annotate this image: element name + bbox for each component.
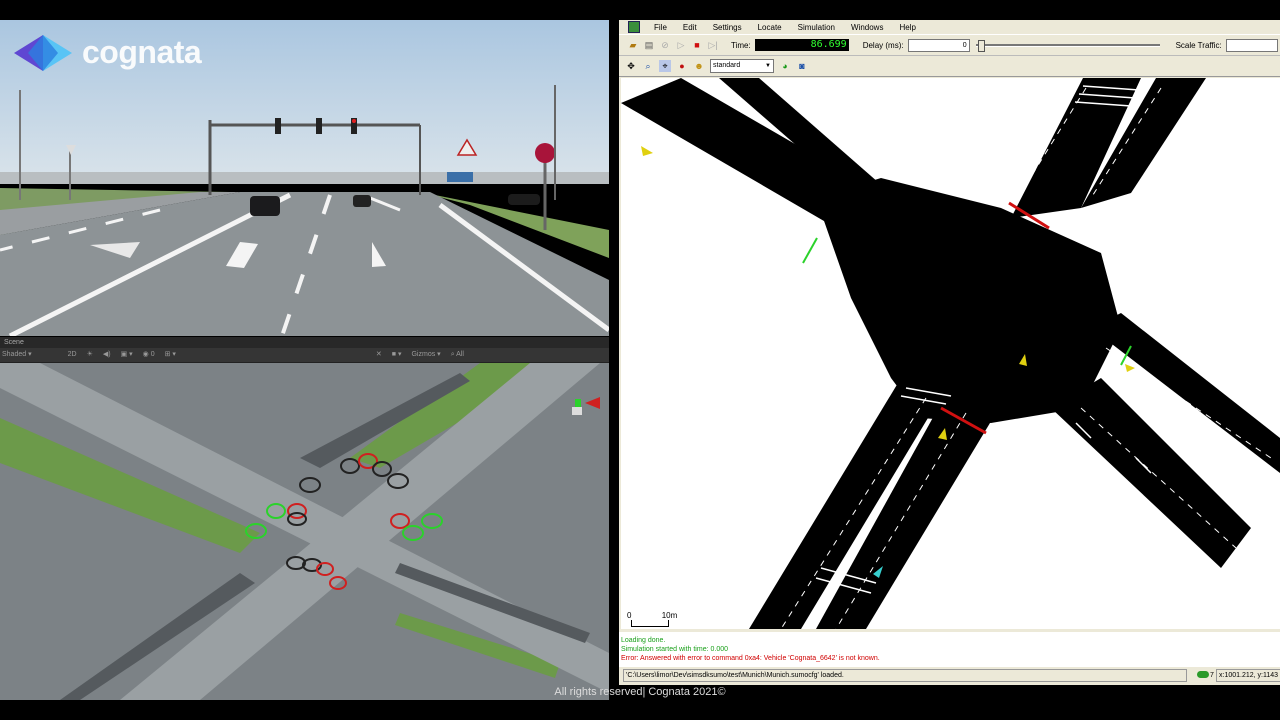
- scene-panel: Scene Shaded ▾ 2D ☀ ◀) ▣ ▾ ◉ 0 ⊞ ▾ ✕ ■ ▾…: [0, 337, 609, 700]
- scale-bar: 0 10m: [627, 611, 677, 627]
- message-line: Loading done.: [621, 637, 666, 644]
- gizmos-label: Gizmos: [411, 351, 436, 358]
- sumo-window: File Edit Settings Locate Simulation Win…: [619, 20, 1280, 685]
- scene-3d-view[interactable]: [0, 363, 609, 700]
- menu-locate[interactable]: Locate: [750, 23, 790, 32]
- gizmos-dropdown[interactable]: Gizmos ▾: [411, 348, 440, 362]
- color-scheme-value: standard: [713, 62, 741, 69]
- grid-icon[interactable]: ⊞ ▾: [165, 348, 176, 362]
- message-window: Loading done. Simulation started with ti…: [619, 632, 1280, 667]
- audio-icon[interactable]: ◀): [103, 348, 111, 362]
- camera-icon[interactable]: ■ ▾: [392, 348, 402, 362]
- menu-settings[interactable]: Settings: [705, 23, 750, 32]
- recenter-icon[interactable]: ✥: [625, 60, 637, 72]
- delay-slider-thumb[interactable]: [977, 40, 985, 52]
- locate-vehicle-icon[interactable]: ●: [676, 60, 688, 72]
- shading-mode-label: Shaded: [2, 351, 27, 358]
- delay-slider-track: [975, 44, 1160, 47]
- scene-tab-label: Scene: [4, 339, 24, 346]
- screenshot-icon[interactable]: ◙: [796, 60, 808, 72]
- vehicle-count-icon: [1197, 671, 1209, 678]
- zoom-icon[interactable]: ⌕: [642, 60, 654, 72]
- locate-tls-icon[interactable]: ☻: [693, 60, 705, 72]
- close-simulation-icon[interactable]: ⊘: [659, 39, 671, 51]
- open-simulation-icon[interactable]: ▰: [627, 39, 639, 51]
- locate-junction-icon[interactable]: ⌖: [659, 60, 671, 72]
- status-count: 7: [1210, 672, 1214, 679]
- edit-coloring-icon[interactable]: ◕: [779, 60, 791, 72]
- cursor-coordinates: x:1001.212, y:1143: [1216, 669, 1280, 682]
- sumo-app-icon: [628, 21, 640, 33]
- tools-icon[interactable]: ✕: [376, 348, 382, 362]
- chevron-down-icon: ▼: [765, 63, 771, 69]
- scale-traffic-label: Scale Traffic:: [1175, 40, 1222, 50]
- view-toolbar: ✥ ⌕ ⌖ ● ☻ standard ▼ ◕ ◙: [619, 56, 1280, 77]
- copyright-text: All rights reserved| Cognata 2021©: [554, 686, 726, 698]
- stop-icon[interactable]: ■: [691, 39, 703, 51]
- status-text: 'C:\Users\limor\Dev\simsdksumo\test\Muni…: [623, 669, 1187, 682]
- scale-bar-end: 10m: [661, 611, 678, 620]
- effects-icon[interactable]: ▣ ▾: [121, 348, 133, 362]
- menu-bar: File Edit Settings Locate Simulation Win…: [619, 20, 1280, 34]
- scene-search-placeholder: All: [456, 351, 464, 358]
- time-label: Time:: [731, 40, 751, 50]
- scale-traffic-input[interactable]: [1225, 38, 1278, 52]
- reload-icon[interactable]: ▤: [643, 39, 655, 51]
- scale-bar-start: 0: [627, 611, 632, 620]
- color-scheme-select[interactable]: standard ▼: [710, 59, 774, 73]
- message-line: Error: Answered with error to command 0x…: [621, 655, 880, 662]
- road-network: [621, 78, 1280, 629]
- scene-tab[interactable]: Scene: [0, 337, 609, 348]
- lighting-icon[interactable]: ☀: [87, 348, 93, 362]
- status-bar: 'C:\Users\limor\Dev\simsdksumo\test\Muni…: [619, 668, 1280, 682]
- menu-help[interactable]: Help: [891, 23, 923, 32]
- scale-bar-line: [631, 620, 669, 627]
- scene-toolbar: Shaded ▾ 2D ☀ ◀) ▣ ▾ ◉ 0 ⊞ ▾ ✕ ■ ▾ Gizmo…: [0, 348, 609, 363]
- cognata-logo-icon: [14, 34, 72, 71]
- logo-text: cognata: [82, 34, 202, 70]
- delay-slider[interactable]: [975, 39, 1160, 52]
- visibility-icon[interactable]: ◉ 0: [143, 348, 155, 362]
- scene-search[interactable]: ⌕ All: [451, 348, 464, 362]
- message-line: Simulation started with time: 0.000: [621, 646, 728, 653]
- delay-input[interactable]: 0: [907, 38, 970, 52]
- menu-windows[interactable]: Windows: [843, 23, 891, 32]
- run-icon[interactable]: ▷: [675, 39, 687, 51]
- camera-view: cognata: [0, 20, 609, 336]
- step-icon[interactable]: ▷|: [707, 39, 719, 51]
- time-display: 86.699: [754, 39, 849, 51]
- delay-label: Delay (ms):: [862, 40, 904, 50]
- menu-edit[interactable]: Edit: [675, 23, 705, 32]
- mode-2d-toggle[interactable]: 2D: [68, 348, 77, 362]
- cognata-logo: cognata: [14, 34, 202, 71]
- simulation-toolbar: ▰ ▤ ⊘ ▷ ■ ▷| Time: 86.699 Delay (ms): 0 …: [619, 34, 1280, 56]
- shading-mode-dropdown[interactable]: Shaded ▾: [2, 348, 32, 362]
- menu-simulation[interactable]: Simulation: [790, 23, 843, 32]
- menu-file[interactable]: File: [646, 23, 675, 32]
- network-canvas[interactable]: 0 10m: [621, 78, 1280, 629]
